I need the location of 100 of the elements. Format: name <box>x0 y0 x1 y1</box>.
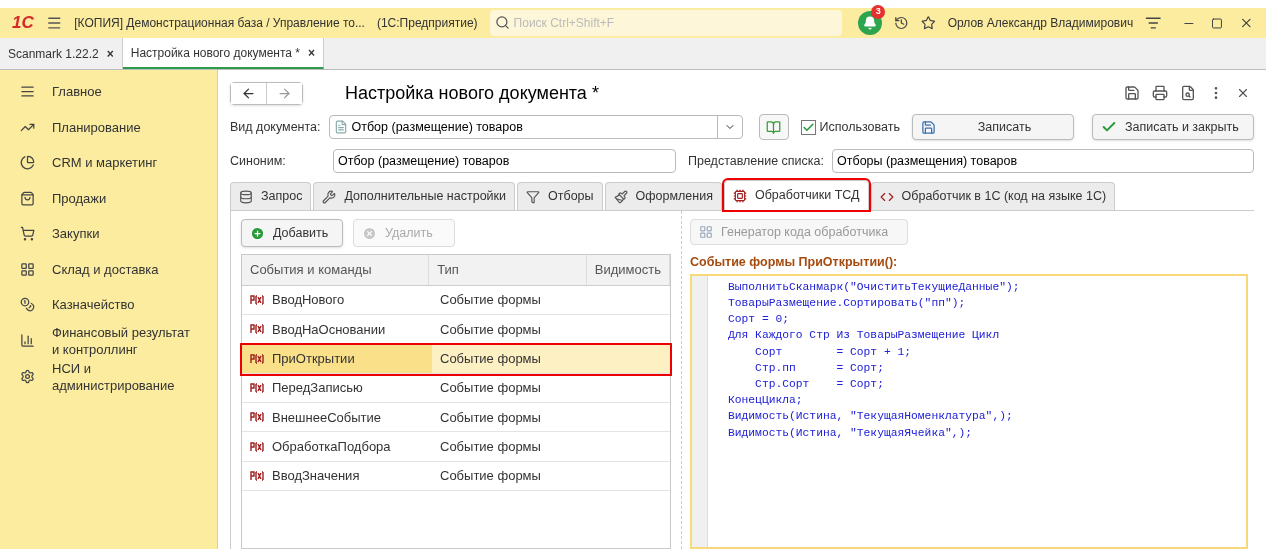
tab-label: Настройка нового документа * <box>130 44 300 62</box>
table-cell-text: ВводНового <box>272 291 345 310</box>
coins-icon <box>20 297 35 313</box>
script-icon <box>250 412 264 423</box>
script-icon <box>250 295 264 306</box>
code-line: Сорт = Сорт + 1; <box>754 344 912 360</box>
form-tab[interactable]: Обработчики ТСД <box>723 180 869 210</box>
back-button[interactable] <box>231 82 267 104</box>
bell-icon <box>863 16 878 30</box>
pie-chart-icon <box>20 155 35 171</box>
search-icon <box>494 15 510 30</box>
save-close-button[interactable]: Записать и закрыть <box>1092 114 1254 140</box>
script-icon <box>250 383 264 394</box>
sidebar-item[interactable]: Казначейство <box>20 287 197 323</box>
save-button[interactable]: Записать <box>911 114 1074 140</box>
open-tab[interactable]: Настройка нового документа * × <box>122 38 324 69</box>
app-logo: 1С <box>12 12 34 35</box>
form-title: Настройка нового документа * <box>345 81 599 105</box>
lines-icon <box>20 84 35 100</box>
print-icon[interactable] <box>1152 85 1168 101</box>
sidebar-item[interactable]: CRM и маркетинг <box>20 145 197 181</box>
sidebar-item[interactable]: Главное <box>20 74 197 110</box>
add-button[interactable]: Добавить <box>241 219 343 247</box>
user-name[interactable]: Орлов Александр Владимирович <box>947 14 1134 32</box>
wrench-icon <box>322 189 337 204</box>
code-line: КонецЦикла; <box>728 393 803 409</box>
code-editor[interactable] <box>690 273 1248 549</box>
back-icon <box>241 85 256 101</box>
form-tab[interactable]: Отборы <box>517 182 603 210</box>
script-icon <box>250 470 264 481</box>
code-line: Для Каждого Стр Из ТоварыРазмещение Цикл <box>728 328 1000 344</box>
code-line: ВыполнитьСканмарк("ОчиститьТекущиеДанные"); <box>728 279 1020 295</box>
table-cell-text: Событие формы <box>440 320 541 339</box>
table-cell-text: Событие формы <box>440 350 541 368</box>
table-row[interactable]: ВнешнееСобытие Событие формы <box>242 403 670 433</box>
search-field[interactable]: Поиск Ctrl+Shift+F <box>489 10 843 36</box>
table-row[interactable]: ВводЗначения Событие формы <box>242 461 670 492</box>
code-heading: Событие формы ПриОткрытии(): <box>690 254 899 271</box>
sidebar-item[interactable]: Закупки <box>20 216 197 252</box>
doc-type-field[interactable]: Отбор (размещение) товаров <box>328 115 743 139</box>
table-cell-text: Событие формы <box>440 467 541 486</box>
table-cell-text: Событие формы <box>440 408 541 427</box>
field-label: Вид документа: <box>230 118 321 136</box>
form-tab[interactable]: Оформления <box>604 182 722 210</box>
table-row[interactable]: ПриОткрытии Событие формы <box>242 344 670 374</box>
list-view-field[interactable]: Отборы (размещения) товаров <box>832 149 1254 173</box>
field-label: Синоним: <box>230 152 287 170</box>
table-cell-text: ВводНаОсновании <box>272 320 386 339</box>
close-icon[interactable] <box>1236 86 1250 100</box>
synonym-field[interactable]: Отбор (размещение) товаров <box>333 149 676 173</box>
star-icon[interactable] <box>921 15 936 31</box>
code-line: Видимость(Истина, "ТекущаяНоменклатура",); <box>728 409 1013 425</box>
field-label: Представление списка: <box>688 152 825 170</box>
sidebar-item[interactable]: Планирование <box>20 109 197 145</box>
window-title: [КОПИЯ] Демонстрационная база / Управление то... <box>74 15 365 32</box>
column-header[interactable]: Видимость <box>586 255 670 285</box>
table-cell-text: ВводЗначения <box>272 467 360 486</box>
table-cell-text: ПриОткрытии <box>272 350 355 368</box>
table-cell-text: ОбработкаПодбора <box>272 437 391 456</box>
column-header[interactable]: Тип <box>429 255 587 285</box>
sidebar-item[interactable]: Склад и доставка <box>20 251 197 287</box>
platform-label: (1С:Предприятие) <box>376 15 478 32</box>
table-cell-text: Событие формы <box>440 291 541 310</box>
bag-icon <box>20 190 35 206</box>
form-tab[interactable]: Обработчик в 1С (код на языке 1С) <box>870 182 1116 210</box>
open-tab[interactable]: Scanmark 1.22.2 × <box>0 38 123 69</box>
floppy-icon <box>920 119 936 135</box>
plus-icon <box>250 225 265 241</box>
form-tab[interactable]: Запрос <box>230 182 312 210</box>
filter-icon <box>526 189 541 204</box>
book-icon <box>766 119 781 135</box>
tab-close[interactable]: × <box>308 43 315 62</box>
script-icon <box>250 353 264 364</box>
sidebar-item[interactable]: НСИ и администрирование <box>20 358 197 395</box>
column-header[interactable]: События и команды <box>242 255 430 285</box>
code-line: ТоварыРазмещение.Сортировать("пп"); <box>728 295 966 311</box>
history-icon[interactable] <box>894 15 909 31</box>
code-line: Видимость(Истина, "ТекущаяЯчейка",); <box>728 425 973 441</box>
tab-label: Scanmark 1.22.2 <box>8 45 99 63</box>
table-row[interactable]: ОбработкаПодбора Событие формы <box>242 432 670 462</box>
book-button[interactable] <box>758 114 789 140</box>
table-cell-text: Событие формы <box>440 437 541 456</box>
document-icon <box>333 120 348 134</box>
forward-icon <box>277 85 292 101</box>
bar-chart-icon <box>20 333 35 348</box>
maximize-icon[interactable] <box>1211 16 1224 30</box>
sidebar-item[interactable]: Финансовый результат и контроллинг <box>20 322 197 359</box>
table-cell-text: ВнешнееСобытие <box>272 408 381 427</box>
checkbox-label: Использовать <box>819 118 900 136</box>
cart-icon <box>20 226 35 242</box>
save-icon[interactable] <box>1124 85 1140 101</box>
sidebar-item[interactable]: Продажи <box>20 180 197 216</box>
grid-icon <box>20 261 35 277</box>
form-tab[interactable]: Дополнительные настройки <box>313 182 516 210</box>
notification-count: 3 <box>871 5 886 19</box>
table-row[interactable]: ПередЗаписью Событие формы <box>242 373 670 404</box>
tab-close[interactable]: × <box>106 44 114 63</box>
use-checkbox[interactable] <box>800 119 816 135</box>
table-row[interactable]: ВводНового Событие формы <box>242 286 670 316</box>
preview-icon[interactable] <box>1180 85 1196 101</box>
